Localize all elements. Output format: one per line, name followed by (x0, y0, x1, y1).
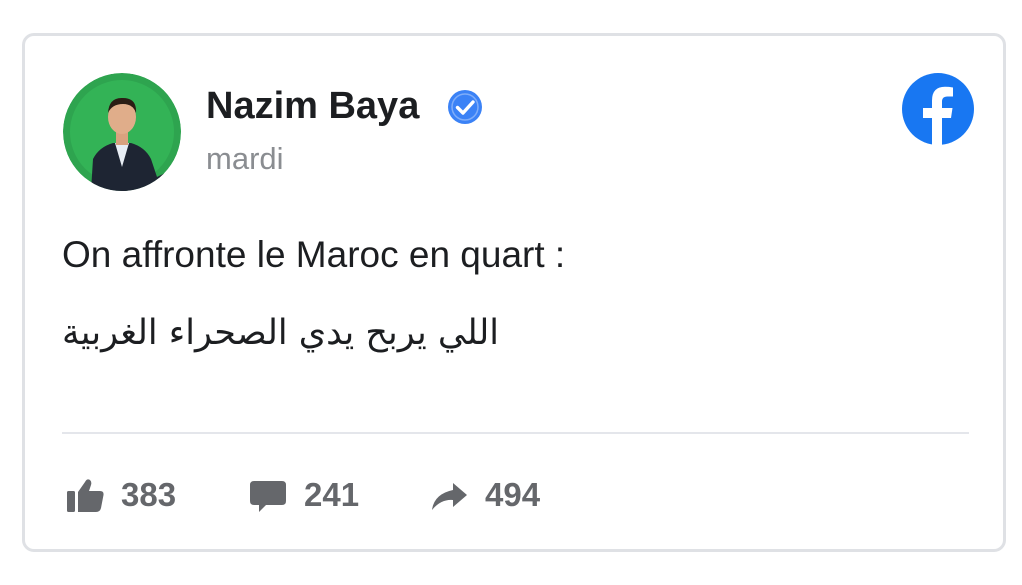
post-text-arabic: اللي يربح يدي الصحراء الغربية (62, 313, 500, 353)
likes-stat[interactable]: 383 (65, 472, 176, 518)
facebook-post-card: Nazim Baya mardi On affronte le Maroc en… (22, 33, 1006, 552)
post-text-french: On affronte le Maroc en quart : (62, 234, 566, 275)
post-date[interactable]: mardi (206, 139, 284, 179)
avatar-photo (63, 73, 181, 191)
comments-count: 241 (304, 476, 360, 513)
thumbs-up-icon (67, 479, 104, 512)
comment-bubble-icon (250, 481, 286, 512)
shares-stat[interactable]: 494 (429, 472, 540, 518)
verified-badge-icon (448, 90, 482, 124)
likes-count: 383 (121, 476, 177, 513)
divider (62, 432, 969, 434)
avatar[interactable] (63, 73, 181, 191)
share-arrow-icon (432, 483, 467, 510)
comments-stat[interactable]: 241 (248, 472, 359, 518)
shares-count: 494 (485, 476, 541, 513)
author-name[interactable]: Nazim Baya (206, 82, 419, 130)
facebook-logo-icon[interactable] (901, 72, 975, 146)
